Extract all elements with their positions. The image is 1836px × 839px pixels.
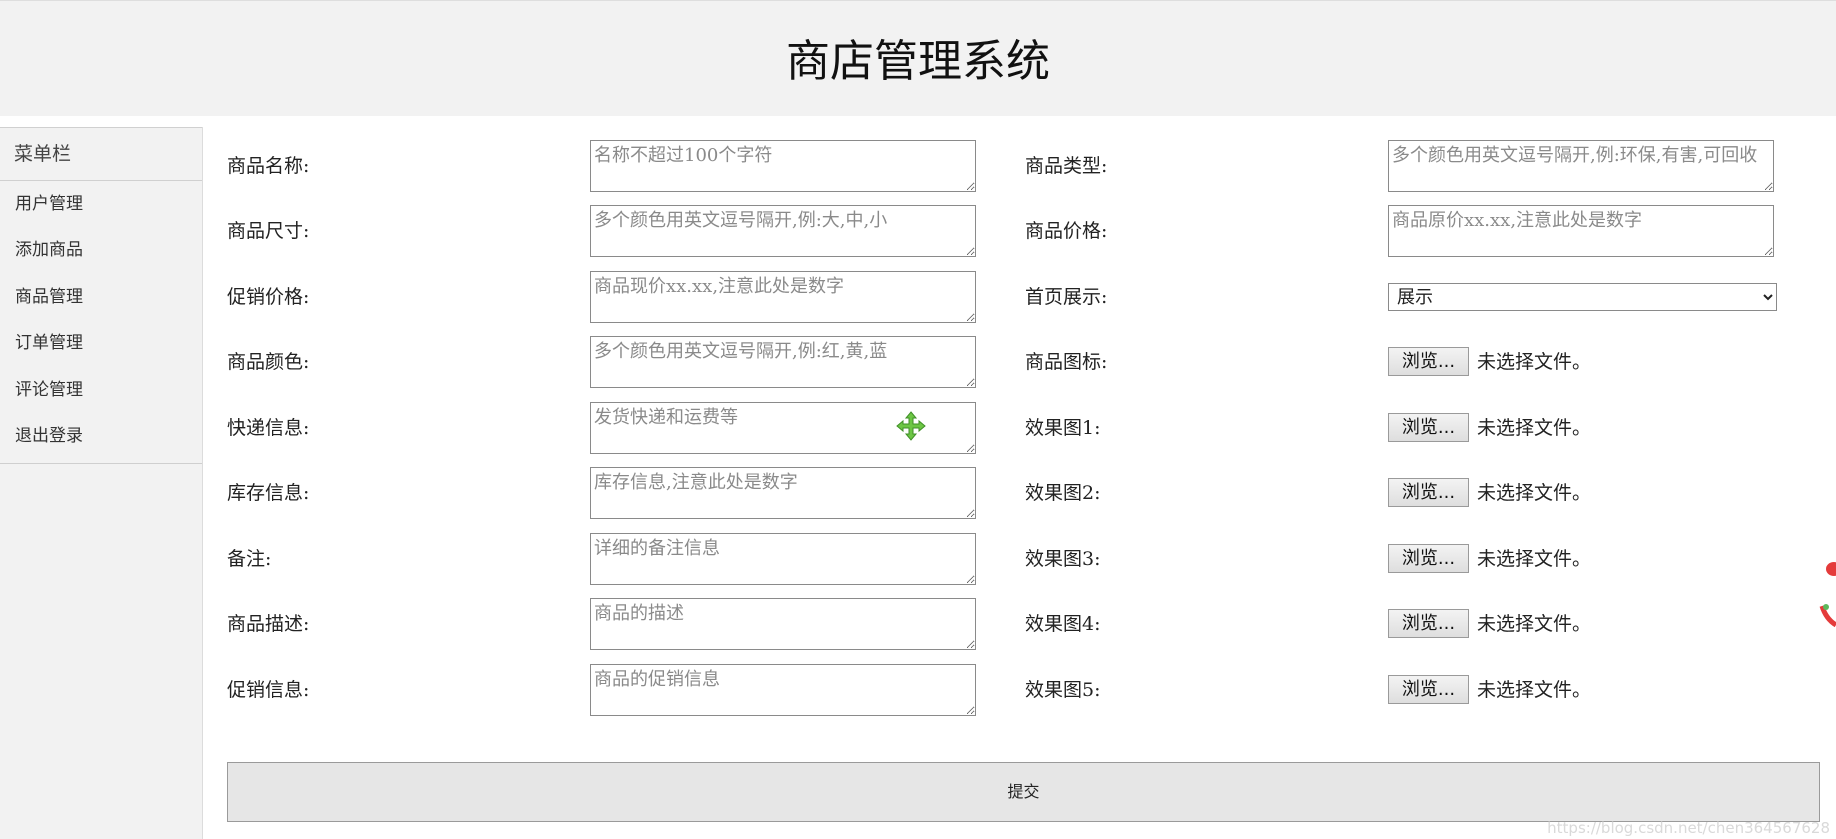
shipping-info-label: 快递信息: (227, 417, 310, 439)
product-type-label: 商品类型: (1025, 155, 1108, 177)
stock-info-field[interactable] (590, 467, 976, 519)
sidebar-item-order-management[interactable]: 订单管理 (0, 320, 202, 366)
sidebar-item-product-management[interactable]: 商品管理 (0, 274, 202, 320)
product-size-field[interactable] (590, 205, 976, 257)
sidebar-item-add-product[interactable]: 添加商品 (0, 227, 202, 273)
product-icon-browse-button[interactable]: 浏览... (1388, 347, 1469, 376)
effect-image-4-file-status: 未选择文件。 (1477, 613, 1592, 635)
page-title: 商店管理系统 (786, 36, 1050, 87)
sidebar-item-comment-management[interactable]: 评论管理 (0, 367, 202, 413)
product-price-field[interactable] (1388, 205, 1774, 257)
effect-image-1-file-status: 未选择文件。 (1477, 417, 1592, 439)
move-cursor-icon (896, 411, 926, 441)
stock-info-label: 库存信息: (227, 482, 310, 504)
product-description-field[interactable] (590, 598, 976, 650)
remarks-label: 备注: (227, 548, 272, 570)
submit-button[interactable]: 提交 (227, 762, 1820, 822)
promo-info-label: 促销信息: (227, 679, 310, 701)
sidebar-list: 用户管理 添加商品 商品管理 订单管理 评论管理 退出登录 (0, 181, 202, 465)
product-name-field[interactable] (590, 140, 976, 192)
sidebar-item-logout[interactable]: 退出登录 (0, 413, 202, 459)
product-price-label: 商品价格: (1025, 220, 1108, 242)
effect-image-3-browse-button[interactable]: 浏览... (1388, 544, 1469, 573)
sidebar-menu: 菜单栏 用户管理 添加商品 商品管理 订单管理 评论管理 退出登录 (0, 127, 203, 839)
sidebar-title: 菜单栏 (0, 127, 202, 181)
watermark-text: https://blog.csdn.net/chen364567628 (1547, 819, 1830, 837)
effect-image-2-file-status: 未选择文件。 (1477, 482, 1592, 504)
product-color-label: 商品颜色: (227, 351, 310, 373)
effect-image-4-browse-button[interactable]: 浏览... (1388, 609, 1469, 638)
promo-price-label: 促销价格: (227, 286, 310, 308)
page-header: 商店管理系统 (0, 0, 1836, 116)
product-color-field[interactable] (590, 336, 976, 388)
effect-image-4-label: 效果图4: (1025, 613, 1101, 635)
product-type-field[interactable] (1388, 140, 1774, 192)
effect-image-3-file-status: 未选择文件。 (1477, 548, 1592, 570)
sidebar-item-user-management[interactable]: 用户管理 (0, 181, 202, 227)
promo-info-field[interactable] (590, 664, 976, 716)
floating-widget-icon[interactable] (1812, 553, 1836, 633)
product-icon-label: 商品图标: (1025, 351, 1108, 373)
homepage-display-select[interactable]: 展示 (1388, 283, 1777, 311)
effect-image-5-browse-button[interactable]: 浏览... (1388, 675, 1469, 704)
effect-image-1-label: 效果图1: (1025, 417, 1101, 439)
remarks-field[interactable] (590, 533, 976, 585)
effect-image-5-label: 效果图5: (1025, 679, 1101, 701)
effect-image-1-browse-button[interactable]: 浏览... (1388, 413, 1469, 442)
promo-price-field[interactable] (590, 271, 976, 323)
effect-image-2-label: 效果图2: (1025, 482, 1101, 504)
product-icon-file-status: 未选择文件。 (1477, 351, 1592, 373)
effect-image-5-file-status: 未选择文件。 (1477, 679, 1592, 701)
effect-image-3-label: 效果图3: (1025, 548, 1101, 570)
effect-image-2-browse-button[interactable]: 浏览... (1388, 478, 1469, 507)
product-name-label: 商品名称: (227, 155, 310, 177)
product-size-label: 商品尺寸: (227, 220, 310, 242)
product-description-label: 商品描述: (227, 613, 310, 635)
homepage-display-label: 首页展示: (1025, 286, 1108, 308)
